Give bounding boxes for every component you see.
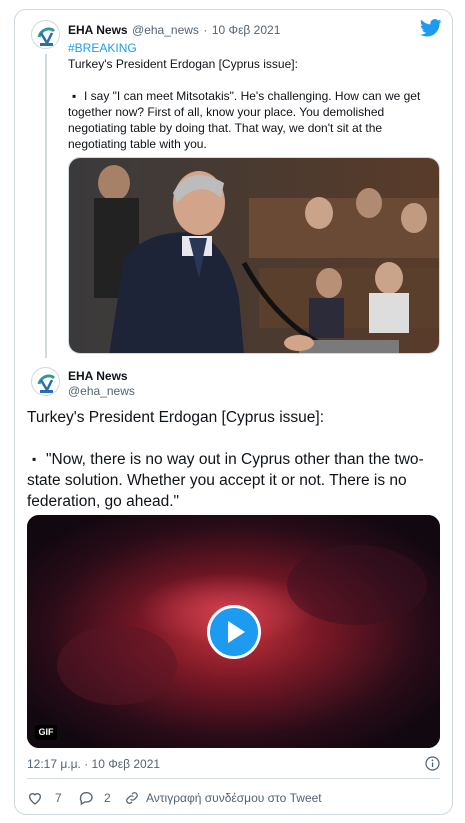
quoted-headline: Turkey's President Erdogan [Cyprus issue… — [68, 57, 298, 71]
tweet-line-2: state solution. Whether you accept it or… — [27, 472, 407, 489]
divider — [27, 778, 440, 779]
author-name[interactable]: EHA News — [68, 369, 128, 383]
quoted-line-3: negotiating table by doing that. That wa… — [68, 121, 383, 135]
thread-line — [45, 54, 47, 358]
tweet-timestamp[interactable]: 12:17 μ.μ. · 10 Φεβ 2021 — [27, 757, 160, 771]
hashtag-link[interactable]: #BREAKING — [68, 40, 137, 56]
reply-count: 2 — [104, 791, 111, 805]
avatar[interactable] — [31, 20, 60, 49]
eha-logo-icon — [33, 369, 59, 395]
quoted-line-2: together now? First of all, know your pl… — [68, 105, 385, 119]
speaker-photo-image — [69, 158, 439, 353]
tweet-date[interactable]: 10 Φεβ 2021 — [212, 23, 281, 37]
like-count: 7 — [55, 791, 62, 805]
quoted-line-4: negotiating table with you. — [68, 137, 207, 151]
separator: · — [203, 23, 208, 37]
quoted-bullet: ▪ — [72, 89, 77, 103]
reply-icon — [79, 792, 93, 806]
avatar[interactable] — [31, 367, 60, 396]
link-icon — [126, 792, 138, 804]
tweet-bullet: ▪ — [32, 452, 37, 466]
eha-logo-icon — [33, 22, 59, 48]
heart-icon — [28, 793, 42, 805]
tweet-header: EHA News @eha_news · 10 Φεβ 2021 — [68, 21, 280, 39]
copy-link-button[interactable]: Αντιγραφή συνδέσμου στο Tweet — [124, 789, 322, 807]
play-icon — [228, 621, 245, 643]
twitter-bird-icon[interactable] — [420, 19, 442, 37]
quoted-line-1: I say "I can meet Mitsotakis". He's chal… — [84, 89, 421, 103]
author-handle[interactable]: @eha_news — [132, 23, 199, 37]
tweet-line-1: "Now, there is no way out in Cyprus othe… — [46, 451, 424, 468]
gif-badge: GIF — [35, 725, 57, 740]
author-name[interactable]: EHA News — [68, 23, 128, 37]
copy-link-label: Αντιγραφή συνδέσμου στο Tweet — [146, 791, 322, 805]
info-icon[interactable] — [425, 756, 440, 771]
tweet-headline: Turkey's President Erdogan [Cyprus issue… — [27, 409, 325, 426]
like-button[interactable]: 7 — [27, 789, 62, 807]
reply-button[interactable]: 2 — [78, 789, 111, 807]
author-handle[interactable]: @eha_news — [68, 384, 135, 398]
tweet-line-3: federation, go ahead." — [27, 493, 180, 510]
play-button[interactable] — [207, 605, 261, 659]
tweet-photo[interactable] — [68, 157, 440, 354]
